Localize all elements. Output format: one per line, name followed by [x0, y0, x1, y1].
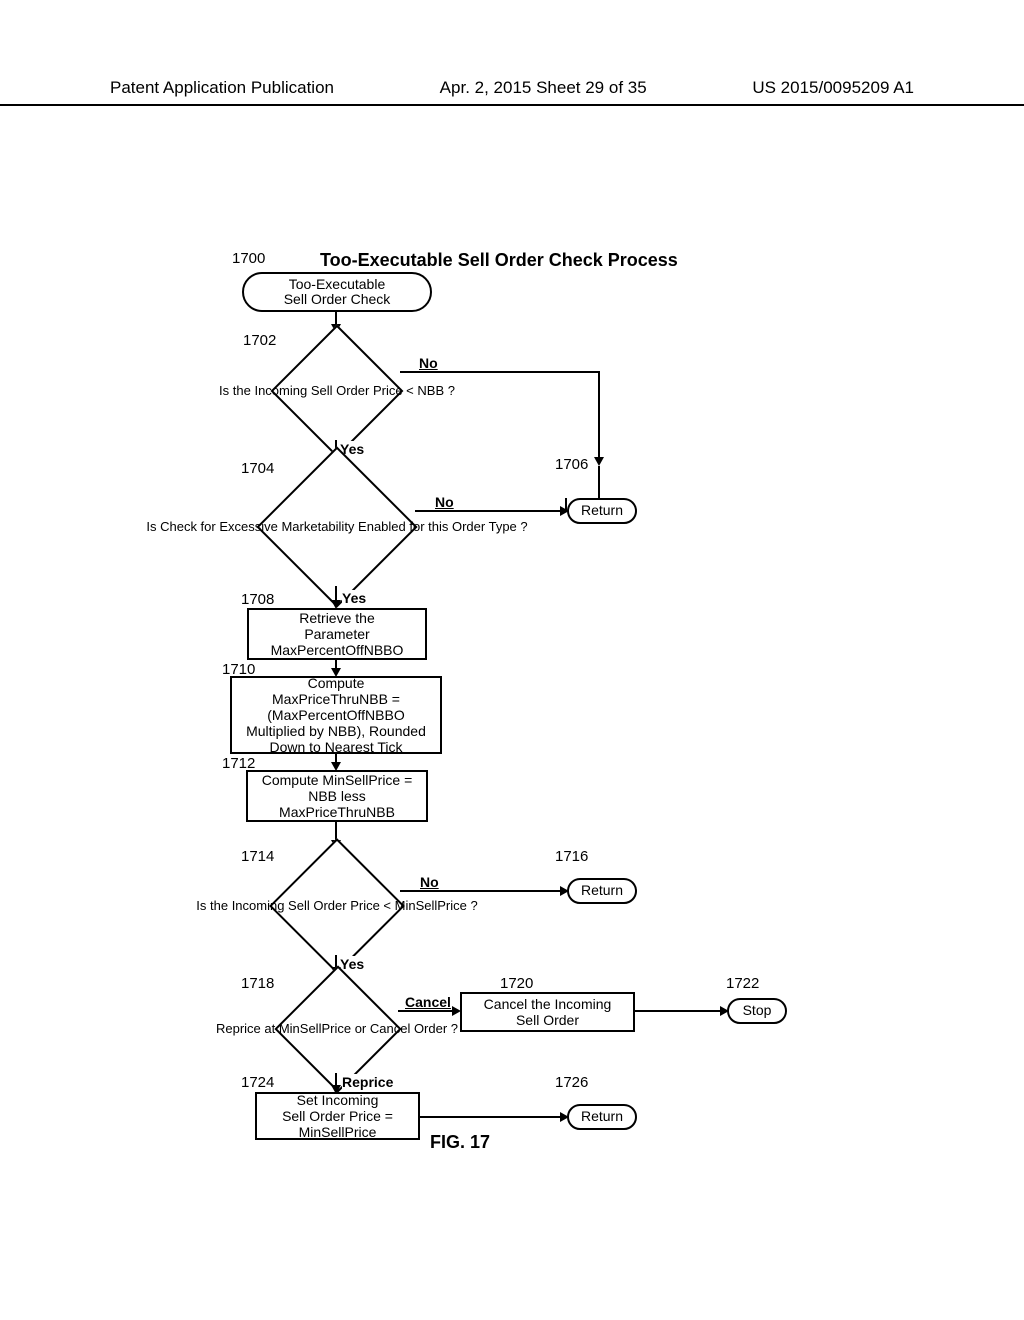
- header-right: US 2015/0095209 A1: [752, 78, 914, 98]
- node-1710-text: Compute MaxPriceThruNBB = (MaxPercentOff…: [246, 675, 426, 755]
- ref-1722: 1722: [726, 975, 759, 992]
- figure-title: Too-Executable Sell Order Check Process: [320, 250, 678, 271]
- edge-label-no: No: [419, 355, 438, 371]
- node-1712: Compute MinSellPrice = NBB less MaxPrice…: [246, 770, 428, 822]
- node-1702-text: Is the Incoming Sell Order Price < NBB ?: [219, 384, 455, 398]
- node-1720: Cancel the Incoming Sell Order: [460, 992, 635, 1032]
- node-1724: Set Incoming Sell Order Price = MinSellP…: [255, 1092, 420, 1140]
- edge-label-yes: Yes: [340, 956, 364, 972]
- edge: [635, 1010, 725, 1012]
- node-1720-text: Cancel the Incoming Sell Order: [484, 996, 612, 1028]
- arrow-icon: [594, 457, 604, 466]
- edge-label-no: No: [420, 874, 439, 890]
- node-1706-text: Return: [581, 503, 623, 518]
- edge-label-no: No: [435, 494, 454, 510]
- ref-1704: 1704: [241, 460, 274, 477]
- ref-1726: 1726: [555, 1074, 588, 1091]
- ref-1706: 1706: [555, 456, 588, 473]
- node-1726-text: Return: [581, 1109, 623, 1124]
- edge-label-reprice: Reprice: [342, 1074, 393, 1090]
- header-left: Patent Application Publication: [110, 78, 334, 98]
- node-1724-text: Set Incoming Sell Order Price = MinSellP…: [282, 1092, 393, 1140]
- edge: [420, 1116, 567, 1118]
- node-1716: Return: [567, 878, 637, 904]
- ref-1720: 1720: [500, 975, 533, 992]
- ref-1700: 1700: [232, 250, 265, 267]
- page: Patent Application Publication Apr. 2, 2…: [0, 0, 1024, 1320]
- edge: [415, 510, 567, 512]
- edge: [400, 890, 567, 892]
- node-1708: Retrieve the Parameter MaxPercentOffNBBO: [247, 608, 427, 660]
- node-1700: Too-Executable Sell Order Check: [242, 272, 432, 312]
- ref-1718: 1718: [241, 975, 274, 992]
- edge: [398, 1010, 458, 1012]
- header-mid: Apr. 2, 2015 Sheet 29 of 35: [440, 78, 647, 98]
- node-1708-text: Retrieve the Parameter MaxPercentOffNBBO: [271, 610, 404, 658]
- node-1718-text: Reprice at MinSellPrice or Cancel Order …: [216, 1022, 458, 1036]
- ref-1708: 1708: [241, 591, 274, 608]
- node-1726: Return: [567, 1104, 637, 1130]
- edge-label-cancel: Cancel: [405, 994, 451, 1010]
- ref-1716: 1716: [555, 848, 588, 865]
- node-1710: Compute MaxPriceThruNBB = (MaxPercentOff…: [230, 676, 442, 754]
- ref-1714: 1714: [241, 848, 274, 865]
- node-1706: Return: [567, 498, 637, 524]
- edge-label-yes: Yes: [342, 590, 366, 606]
- node-1722-text: Stop: [743, 1003, 772, 1018]
- figure-number: FIG. 17: [430, 1132, 490, 1153]
- node-1714-text: Is the Incoming Sell Order Price < MinSe…: [196, 899, 477, 913]
- ref-1724: 1724: [241, 1074, 274, 1091]
- node-1712-text: Compute MinSellPrice = NBB less MaxPrice…: [262, 772, 413, 820]
- node-1704-text: Is Check for Excessive Marketability Ena…: [146, 520, 527, 534]
- edge: [598, 466, 600, 498]
- ref-1702: 1702: [243, 332, 276, 349]
- node-1722: Stop: [727, 998, 787, 1024]
- node-1716-text: Return: [581, 883, 623, 898]
- edge: [400, 371, 600, 373]
- document-header: Patent Application Publication Apr. 2, 2…: [0, 78, 1024, 106]
- edge: [598, 371, 600, 459]
- node-1700-text: Too-Executable Sell Order Check: [284, 277, 391, 308]
